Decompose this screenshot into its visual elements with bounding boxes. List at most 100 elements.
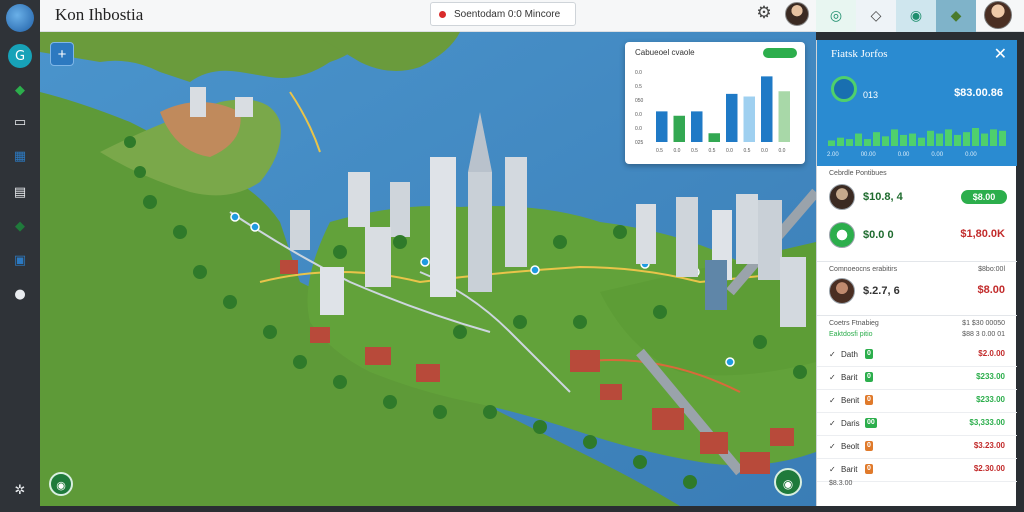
txn-tag: 0 (865, 372, 873, 382)
share-icon[interactable]: ✲ (8, 478, 32, 502)
status-label: Soentodam 0:0 Mincore (454, 8, 561, 20)
top-bar: Kon Ihbostia Soentodam 0:0 Mincore ⚙ ◎ ◇ ◉… (40, 0, 1024, 32)
details-panel: Fiatsk Jorfos ✕ 013 $83.00.86 2.00 00.00 0… (816, 40, 1017, 506)
panel-summary: 013 $83.00.86 2.00 00.00 0.00 0.00 0.00 (817, 68, 1017, 166)
table-row[interactable]: ✓ Dath 0 $2.0.00 (817, 344, 1017, 367)
map-view[interactable]: + ◉ ◉ Cabueoel cvaole 025 0.0 0.0 050 0.5 0.0… (40, 32, 816, 506)
mini-chart-card: Cabueoel cvaole 025 0.0 0.0 050 0.5 0.0 0.5 0.0… (625, 42, 805, 164)
table-row[interactable]: ✓ Barit 0 $2.30.00 (817, 459, 1017, 482)
connections-title: Comnoeocns erabitirs (829, 266, 898, 273)
user-avatar[interactable] (984, 1, 1012, 29)
summary-sparkline (828, 128, 1006, 146)
txn-amount: $2.0.00 (978, 349, 1005, 358)
bar[interactable] (743, 96, 756, 143)
spark-bar (945, 129, 952, 146)
globe-logo-icon[interactable] (6, 4, 34, 32)
card-icon[interactable]: ▭ (8, 110, 32, 134)
grid-icon[interactable]: ▦ (8, 144, 32, 168)
spark-bar (837, 137, 844, 146)
bar[interactable] (673, 115, 686, 142)
check-icon: ✓ (829, 350, 836, 359)
amount-value: $1,80.0K (960, 228, 1005, 240)
close-icon[interactable]: ✕ (994, 44, 1007, 63)
spark-bar (954, 134, 961, 146)
txn-name: Daris (841, 419, 860, 428)
gear-icon[interactable]: ⚙ (753, 3, 775, 25)
table-row[interactable]: ✓ Benit 0 $233.00 (817, 390, 1017, 413)
locate-button[interactable]: ◉ (774, 468, 802, 496)
y-tick-label: 050 (635, 98, 644, 104)
connections-section: Comnoeocns erabitirs $8bo:00l $.2.7, 6 $… (817, 262, 1017, 316)
avatar[interactable] (785, 2, 809, 26)
txn-amount: $233.00 (976, 395, 1005, 404)
spark-bar (963, 132, 970, 146)
footer-label: 0.00 (897, 152, 910, 158)
badge-g-icon[interactable]: G (8, 44, 32, 68)
list-header-left: Coetrs Ftnabieg (829, 320, 879, 327)
x-tick-label: 0.5 (691, 148, 698, 154)
y-tick-label: 0.0 (635, 126, 642, 132)
check-icon: ✓ (829, 442, 836, 451)
check-icon: ✓ (829, 396, 836, 405)
person-name: $.2.7, 6 (863, 285, 900, 297)
tab-region[interactable]: ◆ (936, 0, 976, 32)
device-icon[interactable]: ▣ (8, 248, 32, 272)
status-dot-icon (439, 10, 446, 18)
txn-tag: 0 (865, 395, 873, 405)
spark-bar (855, 133, 862, 146)
layers-button[interactable]: ◉ (49, 472, 73, 496)
list-header-right-sub: $88 3 0.00 01 (962, 331, 1005, 338)
leaf-icon[interactable]: ◆ (8, 214, 32, 238)
x-tick-label: 0.0 (674, 148, 681, 154)
person-name: $0.0 0 (863, 229, 894, 241)
footer-row: $8.3.00 (829, 480, 853, 487)
panel-title: Fiatsk Jorfos (831, 48, 888, 60)
table-row[interactable]: ✓ Barit 0 $233.00 (817, 367, 1017, 390)
people-section-title: Cebrdle Pontibues (829, 170, 887, 177)
spark-bar (981, 133, 988, 146)
y-tick-label: 025 (635, 140, 644, 146)
avatar[interactable] (829, 278, 855, 304)
ball-icon[interactable]: ● (8, 282, 32, 306)
tab-network[interactable]: ◉ (896, 0, 936, 32)
zoom-in-button[interactable]: + (50, 42, 74, 66)
footer-label: 2.00 (827, 152, 839, 158)
bar[interactable] (708, 133, 721, 142)
check-icon: ✓ (829, 465, 836, 474)
bar[interactable] (656, 111, 668, 142)
spark-bar (828, 140, 835, 146)
spark-bar (882, 136, 889, 146)
tab-shapes[interactable]: ◇ (856, 0, 896, 32)
spark-bar (909, 133, 916, 146)
table-row[interactable]: ✓ Beolt 0 $3.23.00 (817, 436, 1017, 459)
footer-label: 0.00 (931, 152, 944, 158)
footer-label: 0.00 (965, 152, 977, 158)
table-row[interactable]: ✓ Daris 00 $3,333.00 (817, 413, 1017, 436)
bar[interactable] (761, 76, 773, 142)
list-header-sub: Eaktdosfi pitio (829, 331, 873, 338)
txn-name: Dath (841, 350, 858, 359)
txn-tag: 0 (865, 349, 873, 359)
tab-routes[interactable]: ◎ (816, 0, 856, 32)
txn-amount: $233.00 (976, 372, 1005, 381)
status-pill[interactable]: Soentodam 0:0 Mincore (430, 2, 576, 26)
folder-icon[interactable]: ▤ (8, 180, 32, 204)
txn-name: Barit (841, 465, 858, 474)
x-tick-label: 0.5 (656, 148, 663, 154)
mini-chart-svg: 025 0.0 0.0 050 0.5 0.0 0.5 0.0 0.5 0.5 0.0 0.5 0.0 0… (635, 70, 791, 154)
txn-amount: $2.30.00 (973, 464, 1005, 473)
x-tick-label: 0.0 (779, 148, 786, 154)
summary-footer: 2.00 00.00 0.00 0.00 0.00 (827, 152, 999, 158)
bar[interactable] (691, 111, 703, 142)
avatar[interactable] (829, 184, 855, 210)
app-title: Kon Ihbostia (55, 5, 144, 24)
bar[interactable] (726, 93, 738, 142)
txn-tag: 0 (865, 441, 873, 451)
bar[interactable] (778, 91, 791, 142)
spark-bar (972, 128, 979, 146)
spark-bar (918, 137, 925, 146)
cube-icon[interactable]: ◆ (8, 78, 32, 102)
avatar[interactable] (829, 222, 855, 248)
y-tick-label: 0.0 (635, 112, 642, 118)
amount-pill[interactable]: $8.00 (961, 190, 1007, 204)
